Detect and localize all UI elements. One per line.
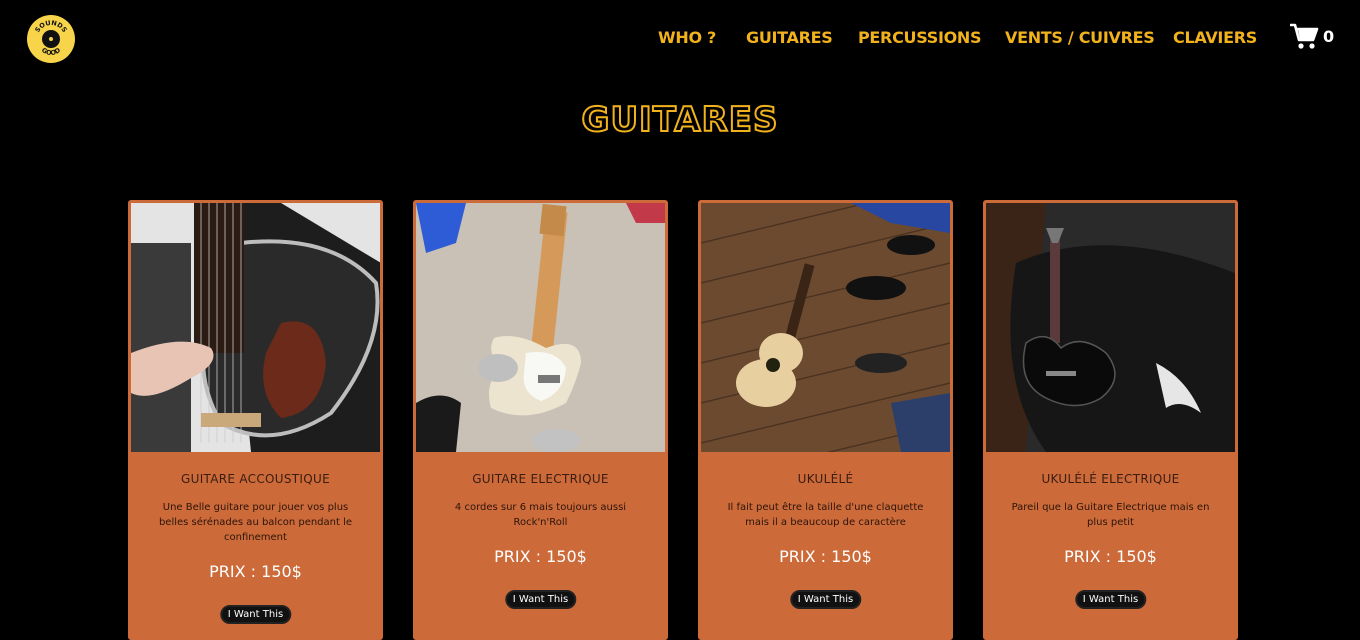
page-title: GUITARES bbox=[581, 99, 779, 141]
product-card: GUITARE ELECTRIQUE 4 cordes sur 6 mais t… bbox=[413, 200, 668, 640]
product-card: GUITARE ACCOUSTIQUE Une Belle guitare po… bbox=[128, 200, 383, 640]
product-photo-electric-guitar[interactable] bbox=[416, 203, 665, 452]
nav-guitares[interactable]: GUITARES bbox=[746, 28, 833, 47]
i-want-this-button[interactable]: I Want This bbox=[1074, 590, 1147, 609]
product-photo-acoustic-guitar[interactable] bbox=[131, 203, 380, 452]
i-want-this-button[interactable]: I Want This bbox=[504, 590, 577, 609]
main-nav: WHO ? GUITARES PERCUSSIONS VENTS / CUIVR… bbox=[0, 28, 1360, 50]
product-name: UKULÉLÉ bbox=[797, 472, 854, 486]
nav-claviers[interactable]: CLAVIERS bbox=[1173, 28, 1257, 47]
i-want-this-button[interactable]: I Want This bbox=[789, 590, 862, 609]
product-description: Pareil que la Guitare Electrique mais en… bbox=[1011, 502, 1210, 528]
product-price: PRIX : 150$ bbox=[209, 562, 302, 581]
nav-who[interactable]: WHO ? bbox=[658, 28, 716, 47]
nav-percussions[interactable]: PERCUSSIONS bbox=[858, 28, 982, 47]
product-description: Il fait peut être la taille d'une claque… bbox=[727, 502, 924, 528]
product-description: 4 cordes sur 6 mais toujours aussi Rock'… bbox=[454, 502, 627, 528]
product-price: PRIX : 150$ bbox=[494, 547, 587, 566]
product-photo-electric-ukulele[interactable] bbox=[986, 203, 1235, 452]
product-price: PRIX : 150$ bbox=[779, 547, 872, 566]
cart-count: 0 bbox=[1323, 27, 1335, 46]
product-name: GUITARE ELECTRIQUE bbox=[472, 472, 609, 486]
shopping-cart-icon[interactable] bbox=[1288, 20, 1320, 52]
product-card: UKULÉLÉ ELECTRIQUE Pareil que la Guitare… bbox=[983, 200, 1238, 640]
product-name: GUITARE ACCOUSTIQUE bbox=[181, 472, 330, 486]
product-price: PRIX : 150$ bbox=[1064, 547, 1157, 566]
product-photo-ukulele[interactable] bbox=[701, 203, 950, 452]
product-name: UKULÉLÉ ELECTRIQUE bbox=[1041, 472, 1180, 486]
site-header: SOUNDS GOOD WHO ? GUITARES PERCUSSIONS V… bbox=[0, 0, 1360, 78]
i-want-this-button[interactable]: I Want This bbox=[219, 605, 292, 624]
product-description: Une Belle guitare pour jouer vos plus be… bbox=[158, 502, 353, 543]
product-card: UKULÉLÉ Il fait peut être la taille d'un… bbox=[698, 200, 953, 640]
nav-vents-cuivres[interactable]: VENTS / CUIVRES bbox=[1005, 28, 1155, 47]
